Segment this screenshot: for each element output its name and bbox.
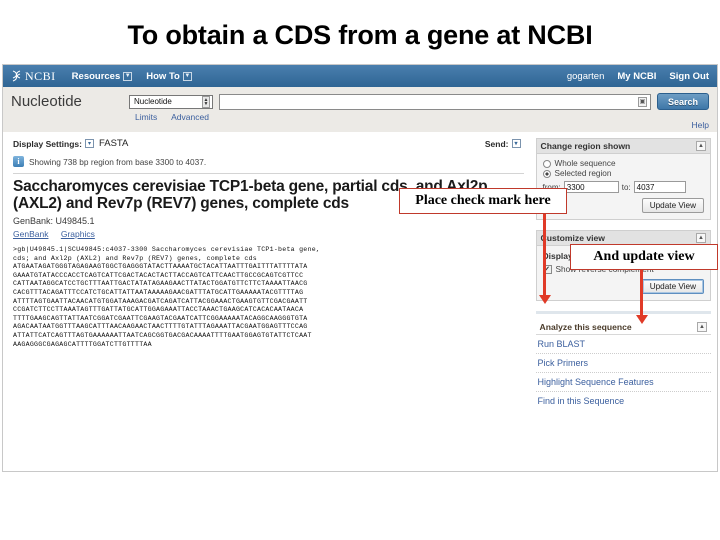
account-links: gogarten My NCBI Sign Out <box>567 71 709 82</box>
advanced-link[interactable]: Advanced <box>171 112 209 122</box>
link-run-blast[interactable]: Run BLAST <box>535 335 711 354</box>
annotation-and-update-view: And update view <box>570 244 718 270</box>
panel-change-region-header: Change region shown ▲ <box>536 139 710 154</box>
display-settings-row: Display Settings: ▾ FASTA Send: ▾ <box>13 138 524 149</box>
link-highlight-sequence-features[interactable]: Highlight Sequence Features <box>535 373 711 392</box>
clear-icon[interactable]: ▣ <box>638 96 647 107</box>
graphics-link[interactable]: Graphics <box>61 229 95 239</box>
collapse-icon[interactable]: ▲ <box>696 233 706 243</box>
arrow-stem <box>543 213 546 297</box>
format-links: GenBank Graphics <box>13 229 524 239</box>
to-label: to: <box>621 182 631 192</box>
sequence-line: GAAATGTATACCCACCTCAGTCATTCGACTACACTACTTA… <box>13 271 304 279</box>
from-input[interactable]: 3300 <box>563 181 619 193</box>
my-ncbi-link[interactable]: My NCBI <box>617 71 656 82</box>
sequence-line: AAGAGGGCGAGAGCATTTTGGATCTTGTTTTAA <box>13 340 152 348</box>
panel-analyze-title: Analyze this sequence <box>539 322 632 332</box>
annotation-arrow-check-mark <box>538 213 555 305</box>
panel-change-region-title: Change region shown <box>540 141 631 151</box>
main-column: Display Settings: ▾ FASTA Send: ▾ i Show… <box>3 132 532 471</box>
chevron-down-icon: ▼ <box>182 71 192 81</box>
chevron-down-icon[interactable]: ▾ <box>84 139 94 148</box>
send-menu[interactable]: Send: ▾ <box>485 139 524 149</box>
page-body: Display Settings: ▾ FASTA Send: ▾ i Show… <box>3 132 717 471</box>
search-area: Nucleotide Nucleotide ▲ ▼ ▣ Search Limits… <box>3 87 717 132</box>
region-notice-text: Showing 738 bp region from base 3300 to … <box>29 156 207 167</box>
annotation-arrow-update-view <box>635 269 652 327</box>
genbank-link[interactable]: GenBank <box>13 229 48 239</box>
search-row: Nucleotide Nucleotide ▲ ▼ ▣ Search <box>11 93 709 110</box>
radio-selected-region[interactable]: Selected region <box>542 169 704 178</box>
database-title: Nucleotide <box>11 93 82 110</box>
ncbi-logo[interactable]: NCBI <box>11 69 56 84</box>
sidebar-column: Change region shown ▲ Whole sequence Sel… <box>532 132 717 471</box>
sequence-line: ATGAATAGATGGGTAGAGAAGTGGCTGAGGGTATACTTAA… <box>13 263 308 271</box>
region-notice: i Showing 738 bp region from base 3300 t… <box>13 156 524 167</box>
arrow-head <box>635 315 648 324</box>
display-settings-value: FASTA <box>98 138 129 149</box>
menu-how-to-label: How To <box>146 70 180 82</box>
ncbi-top-bar: NCBI Resources ▼ How To ▼ gogarten My NC… <box>3 65 717 87</box>
sequence-line: CATTAATAGGCATCCTGCTTTAATTGACTATATAGAAGAA… <box>13 280 308 288</box>
display-settings-label: Display Settings: <box>13 138 82 149</box>
page-title: To obtain a CDS from a gene at NCBI <box>127 20 593 50</box>
menu-how-to[interactable]: How To ▼ <box>146 71 192 82</box>
fasta-defline-2: cds; and Axl2p (AXL2) and Rev7p (REV7) g… <box>13 254 257 262</box>
sign-out-link[interactable]: Sign Out <box>669 71 709 82</box>
info-icon: i <box>13 156 24 167</box>
fasta-sequence: >gb|U49845.1|SCU49845:c4037-3300 Sacchar… <box>13 246 413 349</box>
ncbi-dna-icon <box>11 69 22 83</box>
divider <box>13 173 524 174</box>
search-input[interactable]: ▣ <box>219 93 651 110</box>
link-find-in-this-sequence[interactable]: Find in this Sequence <box>536 392 711 410</box>
send-label: Send: <box>484 138 509 149</box>
panel-analyze-body: Run BLAST Pick Primers Highlight Sequenc… <box>535 335 711 410</box>
fasta-defline-1: >gb|U49845.1|SCU49845:c4037-3300 Sacchar… <box>13 246 321 253</box>
radio-whole-sequence[interactable]: Whole sequence <box>542 159 704 168</box>
arrow-head <box>538 295 551 304</box>
menu-resources-label: Resources <box>71 70 121 82</box>
to-input[interactable]: 4037 <box>633 181 686 193</box>
sidebar-divider <box>535 311 711 314</box>
radio-whole-sequence-label: Whole sequence <box>554 159 616 168</box>
ncbi-logo-text: NCBI <box>25 68 56 83</box>
annotation-place-check-mark: Place check mark here <box>399 188 567 214</box>
collapse-icon[interactable]: ▲ <box>697 322 707 332</box>
update-view-button-region[interactable]: Update View <box>641 198 704 213</box>
database-select[interactable]: Nucleotide ▲ ▼ <box>129 94 213 109</box>
sequence-line: AGACAATAATGGTTTAAGCATTTAACAAGAACTAACTTTT… <box>13 323 308 331</box>
search-button[interactable]: Search <box>657 93 709 110</box>
menu-resources[interactable]: Resources ▼ <box>72 71 133 82</box>
chevron-down-icon[interactable]: ▾ <box>511 139 521 148</box>
arrow-stem <box>640 269 643 317</box>
sequence-line: CCGATCTTCCTTAAATAGTTTGATTATGCATTGGAGAAAT… <box>13 306 304 314</box>
customize-button-row: Update View <box>543 279 704 294</box>
search-sub-links: Limits Advanced <box>135 112 709 122</box>
collapse-icon[interactable]: ▲ <box>696 141 706 151</box>
record-accession: GenBank: U49845.1 <box>13 216 95 226</box>
radio-selected-region-label: Selected region <box>554 169 612 178</box>
limits-link[interactable]: Limits <box>135 112 157 122</box>
select-spinner-icon: ▲ ▼ <box>202 95 210 108</box>
sequence-line: ATTTTAGTGAATTACAACATGTGGATAAAGACGATCAGAT… <box>13 297 308 305</box>
radio-icon <box>542 169 551 178</box>
sequence-line: ATTATTCATCAGTTTAGTGAAAAAATTAATCAGCGGTGAC… <box>13 331 312 339</box>
link-pick-primers[interactable]: Pick Primers <box>535 354 711 373</box>
chevron-down-icon: ▼ <box>123 71 133 81</box>
sequence-line: CACGTTTACAGATTTCCATCTGCATTATTAATAAAAAGAA… <box>13 288 304 296</box>
username-label[interactable]: gogarten <box>567 71 605 82</box>
database-select-value: Nucleotide <box>134 97 172 106</box>
panel-analyze-sequence: Analyze this sequence ▲ Run BLAST Pick P… <box>535 320 711 410</box>
sequence-line: TTTTGAAGCAGTTATTAATCGGATCGAATTCGAAGTACGA… <box>13 314 308 322</box>
help-link[interactable]: Help <box>692 120 709 130</box>
panel-analyze-header: Analyze this sequence ▲ <box>535 320 711 335</box>
radio-icon <box>542 159 551 168</box>
